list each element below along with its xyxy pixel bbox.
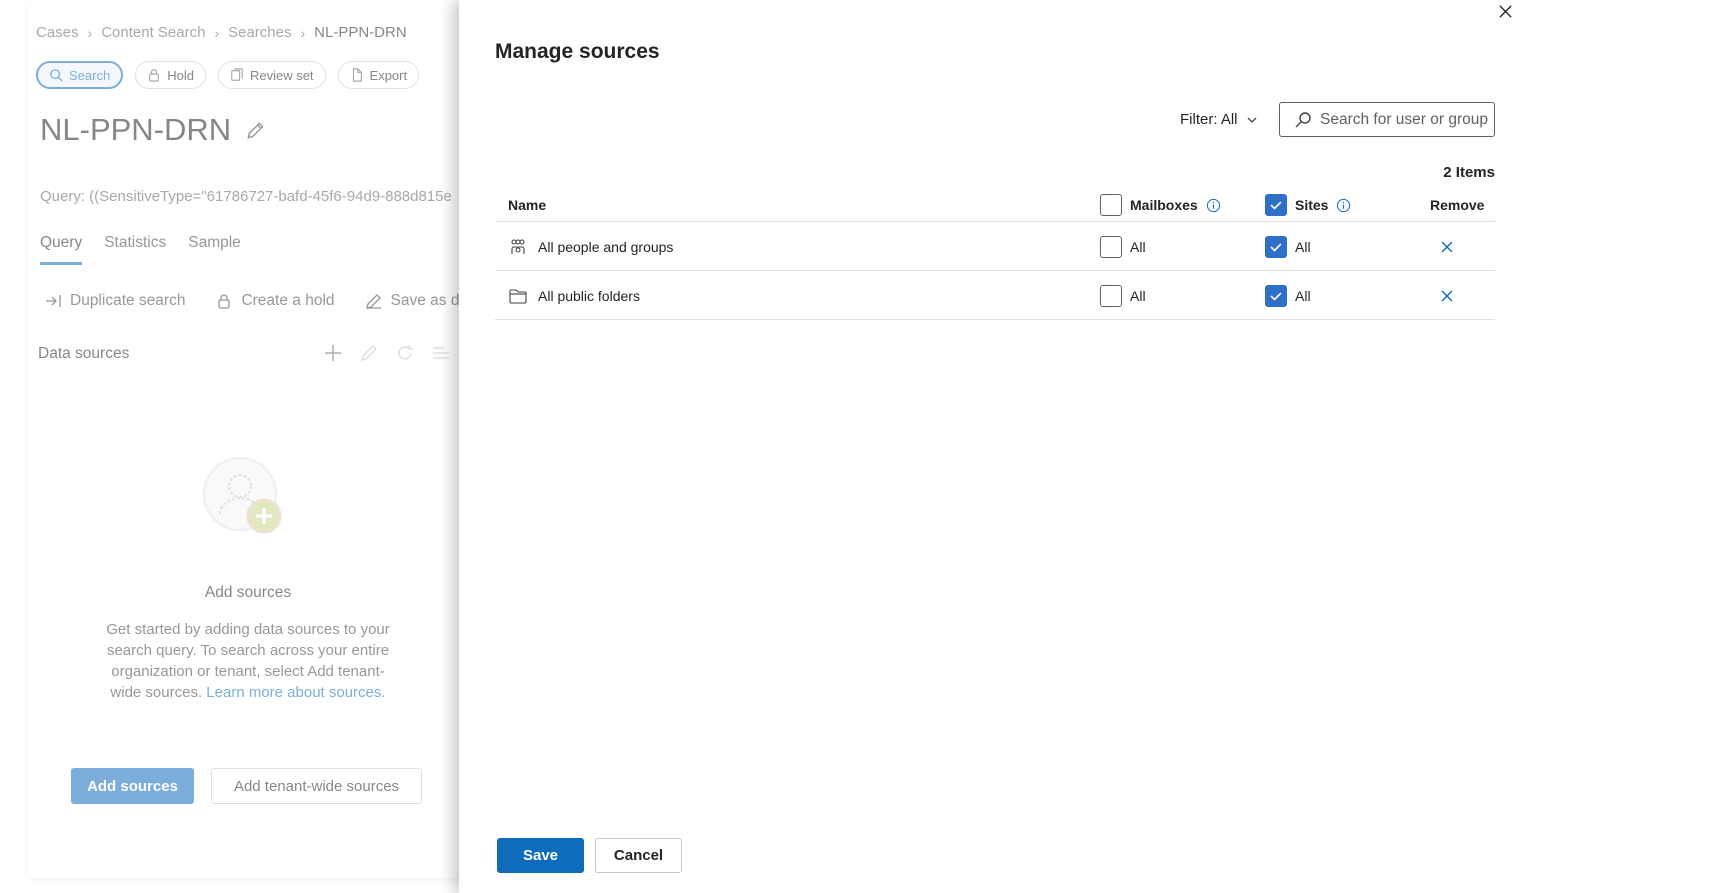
remove-icon[interactable] [1440, 240, 1454, 254]
column-sites: Sites [1265, 194, 1351, 216]
search-input[interactable]: Search for user or group [1279, 102, 1495, 137]
table-row: All people and groups All All [495, 222, 1495, 271]
row-name: All people and groups [538, 238, 674, 255]
row-remove-cell [1430, 222, 1454, 271]
row-name: All public folders [538, 287, 640, 304]
row-mailboxes-cell: All [1100, 222, 1146, 271]
row-sites-cell: All [1265, 271, 1311, 320]
checkmark-icon [1270, 291, 1282, 301]
column-sites-label: Sites [1295, 197, 1329, 213]
filter-label: Filter: All [1180, 111, 1238, 128]
sites-select-all-checkbox[interactable] [1265, 194, 1287, 216]
save-button[interactable]: Save [497, 838, 584, 873]
row-mailboxes-checkbox[interactable] [1100, 235, 1122, 258]
mailboxes-select-all-checkbox[interactable] [1100, 194, 1122, 216]
row-remove-cell [1430, 271, 1454, 320]
items-count: 2 Items [1443, 164, 1495, 181]
filter-dropdown[interactable]: Filter: All [1180, 111, 1258, 128]
row-sites-checkbox[interactable] [1265, 235, 1287, 258]
row-sites-checkbox[interactable] [1265, 284, 1287, 307]
row-sites-cell: All [1265, 222, 1311, 271]
row-mailboxes-cell: All [1100, 271, 1146, 320]
row-sites-value: All [1295, 238, 1311, 255]
table-header: Name Mailboxes Sites Remove [495, 188, 1495, 222]
row-mailboxes-checkbox[interactable] [1100, 284, 1122, 307]
table-row: All public folders All All [495, 271, 1495, 320]
row-sites-value: All [1295, 287, 1311, 304]
panel-title: Manage sources [495, 40, 660, 63]
people-group-icon [511, 238, 525, 254]
remove-icon[interactable] [1440, 289, 1454, 303]
info-icon[interactable] [1336, 198, 1351, 213]
close-button[interactable] [1494, 1, 1516, 21]
column-name[interactable]: Name [508, 194, 546, 216]
row-mailboxes-value: All [1130, 238, 1146, 255]
cancel-button[interactable]: Cancel [595, 838, 682, 873]
column-remove: Remove [1430, 197, 1485, 213]
checkmark-icon [1270, 201, 1282, 210]
search-icon [1295, 111, 1311, 127]
column-mailboxes: Mailboxes [1100, 194, 1221, 216]
row-name-cell: All people and groups [508, 222, 673, 271]
column-mailboxes-label: Mailboxes [1130, 197, 1198, 213]
close-icon [1498, 4, 1512, 18]
folder-icon [509, 288, 527, 304]
checkmark-icon [1270, 242, 1282, 252]
search-placeholder: Search for user or group [1320, 110, 1489, 128]
info-icon[interactable] [1206, 198, 1221, 213]
manage-sources-panel: Manage sources Filter: All Search for us… [459, 0, 1736, 893]
row-name-cell: All public folders [508, 271, 640, 320]
chevron-down-icon [1247, 117, 1256, 123]
row-mailboxes-value: All [1130, 287, 1146, 304]
sources-table: Name Mailboxes Sites Remove All people a… [495, 188, 1495, 320]
